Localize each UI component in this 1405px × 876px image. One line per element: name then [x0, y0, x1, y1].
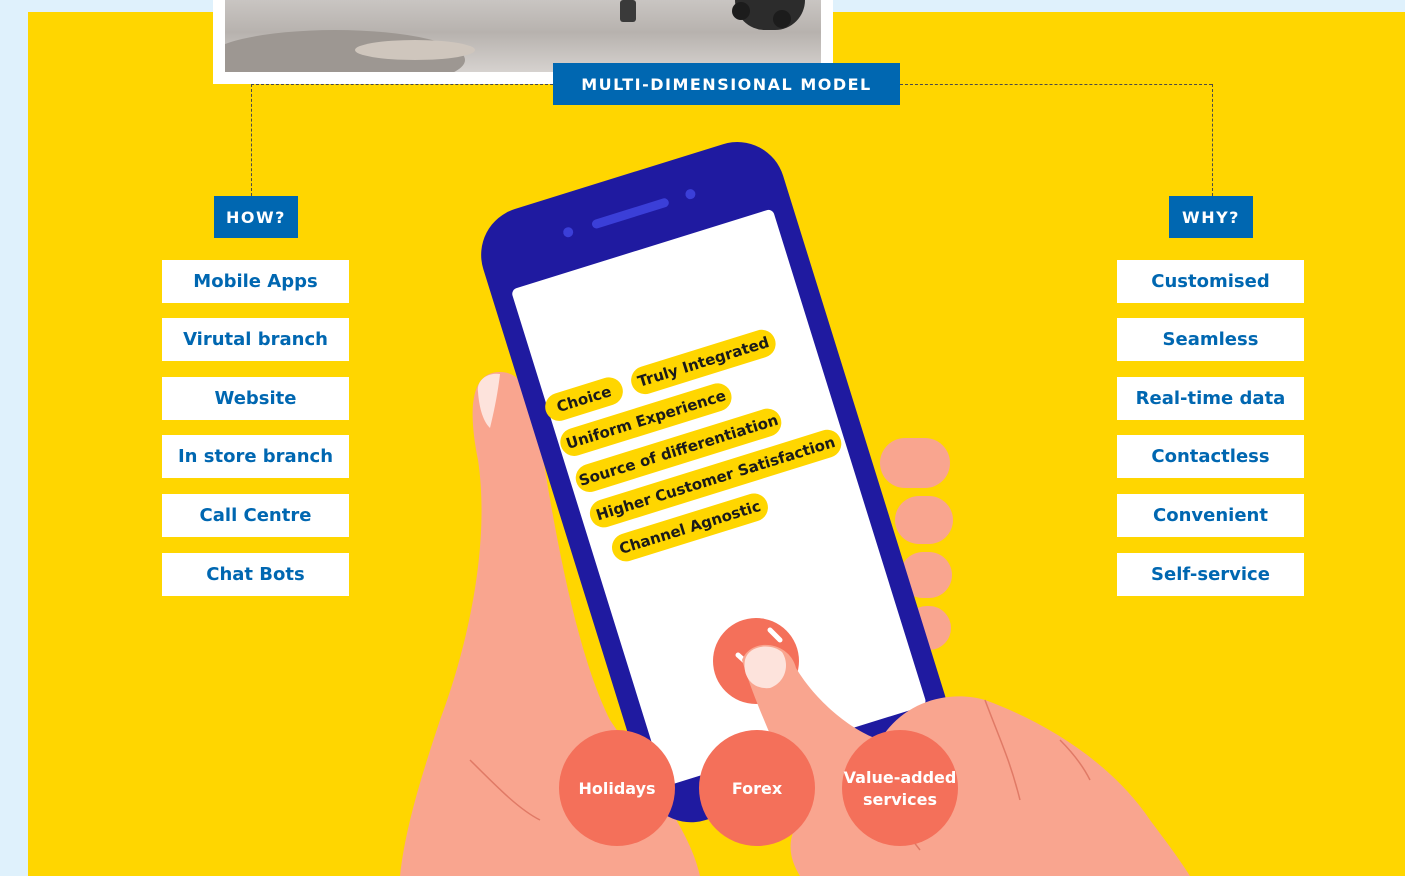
circle-holidays: Holidays	[559, 730, 675, 846]
circle-forex: Forex	[699, 730, 815, 846]
circle-value-added-services: Value-added services	[842, 730, 958, 846]
svg-text:Holidays: Holidays	[578, 779, 655, 798]
svg-text:Value-added: Value-added	[844, 768, 957, 787]
svg-text:Forex: Forex	[732, 779, 783, 798]
phone-illustration: Choice Truly Integrated Uniform Experien…	[400, 142, 1190, 876]
svg-text:services: services	[863, 790, 937, 809]
